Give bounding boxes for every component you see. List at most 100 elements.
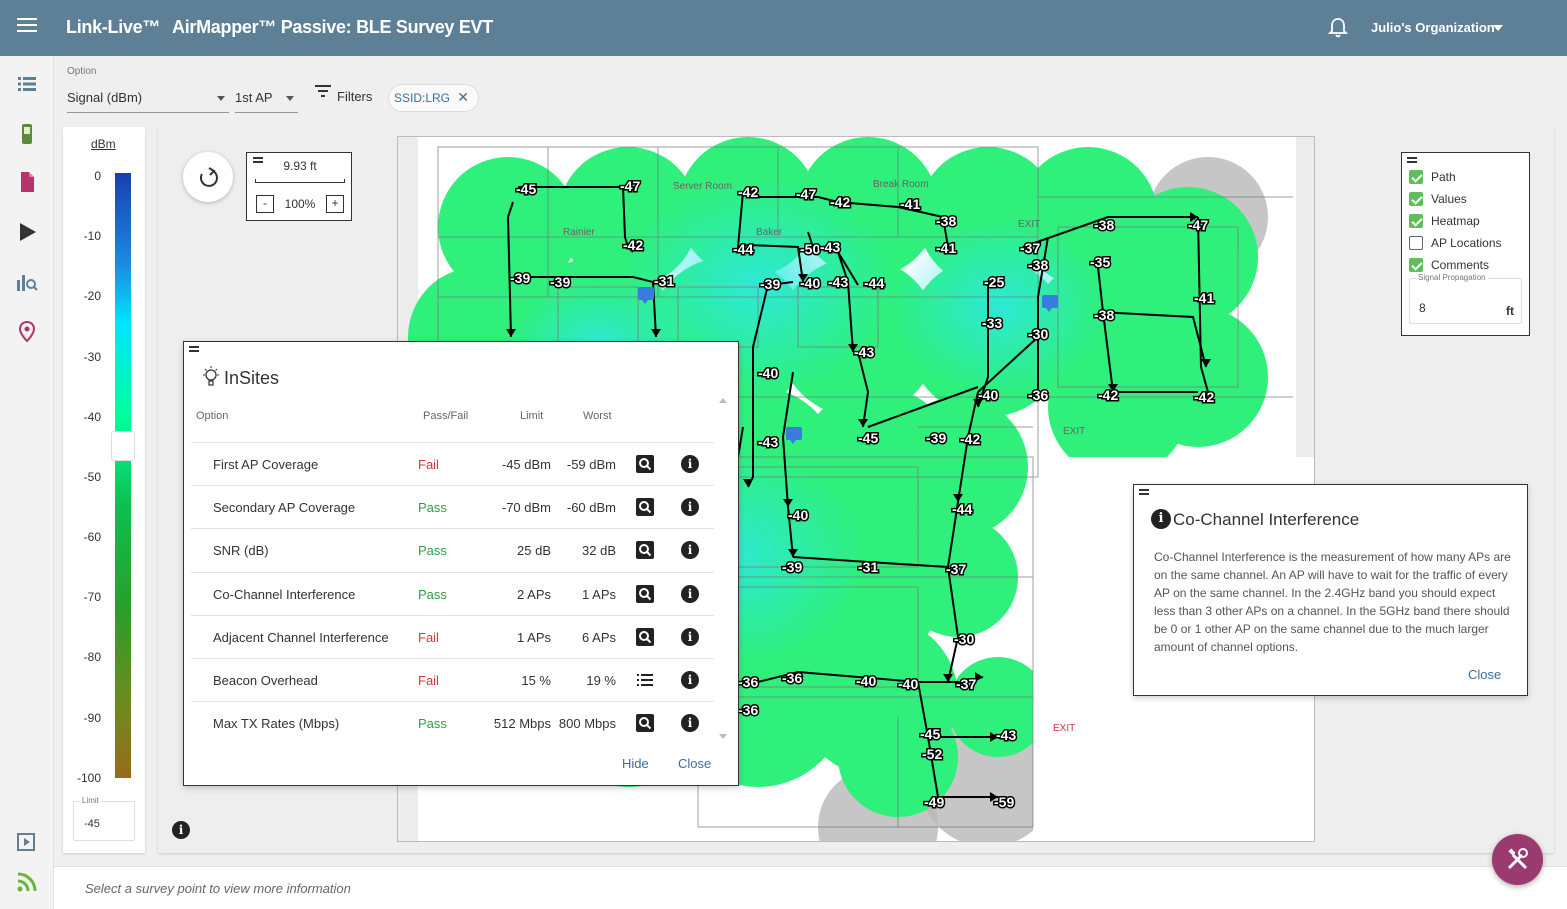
survey-point-value[interactable]: -43 [827, 273, 850, 292]
list-icon[interactable] [636, 671, 654, 689]
scroll-up-icon[interactable] [719, 398, 727, 403]
survey-point-value[interactable]: -36 [737, 701, 760, 720]
info-icon[interactable]: i [172, 821, 190, 839]
survey-point-value[interactable]: -38 [1093, 306, 1116, 325]
survey-point-value[interactable]: -30 [1027, 325, 1050, 344]
location-pin-icon[interactable] [15, 320, 39, 344]
survey-point-value[interactable]: -36 [737, 673, 760, 692]
info-icon[interactable]: i [681, 714, 699, 733]
drag-handle-icon[interactable] [1139, 489, 1149, 497]
survey-point-value[interactable]: -41 [899, 195, 922, 214]
layer-checkbox[interactable] [1409, 236, 1423, 250]
survey-point-value[interactable]: -36 [781, 669, 804, 688]
survey-point-value[interactable]: -39 [781, 558, 804, 577]
rotate-button[interactable] [183, 152, 233, 202]
survey-point-value[interactable]: -40 [977, 386, 1000, 405]
search-icon[interactable] [636, 627, 654, 646]
survey-point-value[interactable]: -43 [819, 238, 842, 257]
info-icon[interactable]: i [681, 671, 699, 689]
survey-point-value[interactable]: -43 [995, 726, 1018, 745]
organization-selector[interactable]: Julio's Organization [1371, 20, 1495, 35]
survey-point-value[interactable]: -59 [993, 793, 1016, 812]
survey-point-value[interactable]: -42 [737, 183, 760, 202]
survey-point-value[interactable]: -42 [1193, 388, 1216, 407]
survey-point-value[interactable]: -41 [1193, 289, 1216, 308]
survey-point-value[interactable]: -37 [945, 560, 968, 579]
survey-point-value[interactable]: -49 [923, 793, 946, 812]
survey-point-value[interactable]: -38 [935, 212, 958, 231]
search-icon[interactable] [636, 714, 654, 733]
video-icon[interactable] [15, 830, 39, 854]
layer-toggle-path[interactable]: Path [1409, 168, 1524, 186]
survey-point-value[interactable]: -47 [619, 177, 642, 196]
survey-point-value[interactable]: -43 [757, 433, 780, 452]
close-button[interactable]: Close [1468, 667, 1501, 682]
survey-point-value[interactable]: -44 [951, 500, 974, 519]
survey-point-value[interactable]: -25 [983, 273, 1006, 292]
menu-icon[interactable] [17, 18, 37, 36]
survey-point-value[interactable]: -43 [853, 343, 876, 362]
survey-point-value[interactable]: -47 [1187, 216, 1210, 235]
survey-point-value[interactable]: -38 [1093, 216, 1116, 235]
survey-point-value[interactable]: -47 [795, 185, 818, 204]
survey-point-value[interactable]: -44 [732, 240, 755, 259]
survey-point-value[interactable]: -37 [1019, 239, 1042, 258]
layer-toggle-comments[interactable]: Comments [1409, 256, 1524, 274]
layer-checkbox[interactable] [1409, 192, 1423, 206]
close-button[interactable]: Close [678, 756, 711, 771]
survey-point-value[interactable]: -33 [981, 314, 1004, 333]
info-icon[interactable]: i [681, 627, 699, 646]
tools-button[interactable] [1492, 834, 1543, 885]
layer-toggle-ap-locations[interactable]: AP Locations [1409, 234, 1524, 252]
zoom-out-button[interactable]: - [256, 195, 274, 213]
limit-field[interactable]: Limit -45 [73, 796, 135, 841]
bell-icon[interactable] [1328, 17, 1348, 39]
chevron-down-icon[interactable] [1493, 25, 1503, 31]
survey-point-value[interactable]: -52 [921, 745, 944, 764]
layer-toggle-values[interactable]: Values [1409, 190, 1524, 208]
survey-point-value[interactable]: -40 [897, 675, 920, 694]
survey-point-value[interactable]: -37 [955, 675, 978, 694]
rss-icon[interactable] [15, 870, 39, 894]
survey-point-value[interactable]: -31 [653, 272, 676, 291]
survey-point-value[interactable]: -35 [1089, 253, 1112, 272]
app-name[interactable]: Link-Live™ [66, 17, 160, 38]
survey-point-value[interactable]: -31 [857, 558, 880, 577]
analytics-icon[interactable] [15, 270, 39, 294]
survey-point-value[interactable]: -39 [759, 275, 782, 294]
ap-select[interactable]: 1st AP [235, 85, 298, 113]
close-icon[interactable]: ✕ [457, 90, 469, 104]
info-icon[interactable]: i [681, 455, 699, 473]
survey-point-value[interactable]: -40 [787, 506, 810, 525]
survey-point-value[interactable]: -42 [829, 193, 852, 212]
info-icon[interactable]: i [681, 584, 699, 603]
layer-checkbox[interactable] [1409, 170, 1423, 184]
hide-button[interactable]: Hide [622, 756, 649, 771]
info-icon[interactable]: i [681, 541, 699, 560]
survey-point-value[interactable]: -41 [935, 239, 958, 258]
search-icon[interactable] [636, 498, 654, 517]
search-icon[interactable] [636, 455, 654, 473]
document-icon[interactable] [15, 170, 39, 194]
play-icon[interactable] [15, 220, 39, 244]
drag-handle-icon[interactable] [189, 346, 199, 354]
info-icon[interactable]: i [681, 498, 699, 517]
survey-point-value[interactable]: -42 [1097, 386, 1120, 405]
search-icon[interactable] [636, 541, 654, 560]
survey-point-value[interactable]: -36 [1027, 386, 1050, 405]
survey-point-value[interactable]: -30 [953, 630, 976, 649]
survey-point-value[interactable]: -42 [959, 430, 982, 449]
survey-point-value[interactable]: -45 [857, 429, 880, 448]
signal-propagation-field[interactable]: Signal Propagation 8 ft [1409, 273, 1522, 324]
survey-point-value[interactable]: -39 [509, 269, 532, 288]
search-icon[interactable] [636, 584, 654, 603]
zoom-in-button[interactable]: + [326, 195, 344, 213]
survey-point-value[interactable]: -40 [757, 364, 780, 383]
survey-point-value[interactable]: -50 [799, 240, 822, 259]
list-icon[interactable] [15, 72, 39, 96]
scroll-down-icon[interactable] [719, 734, 727, 739]
survey-point-value[interactable]: -40 [799, 274, 822, 293]
survey-point-value[interactable]: -42 [622, 236, 645, 255]
limit-slider-handle[interactable] [111, 431, 135, 461]
layer-toggle-heatmap[interactable]: Heatmap [1409, 212, 1524, 230]
